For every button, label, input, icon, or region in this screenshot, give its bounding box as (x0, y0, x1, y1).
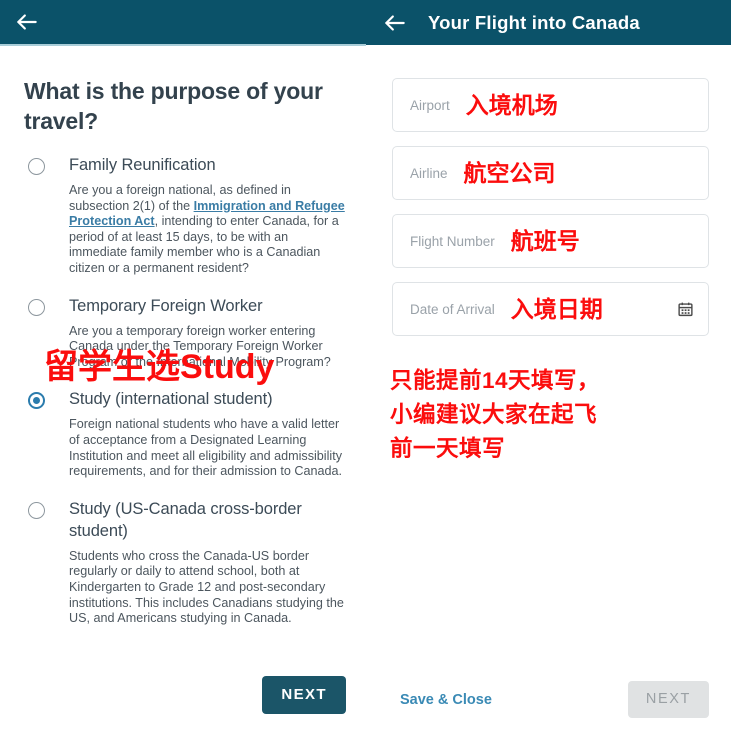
annotation-filing-window-note: 只能提前14天填写， 小编建议大家在起飞 前一天填写 (390, 364, 717, 466)
right-panel-body: Airport 入境机场 Airline 航空公司 Flight Number … (366, 45, 731, 734)
option-description: Are you a foreign national, as defined i… (69, 183, 348, 277)
page-title: Your Flight into Canada (428, 11, 640, 33)
note-line-3: 前一天填写 (390, 436, 506, 461)
radio-indicator[interactable] (28, 298, 45, 316)
radio-option-study-us-canada-cross-border[interactable]: Study (US-Canada cross-border student) S… (24, 480, 348, 627)
airport-field[interactable]: Airport 入境机场 (392, 78, 709, 132)
flight-number-field[interactable]: Flight Number 航班号 (392, 214, 709, 268)
radio-indicator-selected[interactable] (28, 392, 45, 410)
note-line-2: 小编建议大家在起飞 (390, 402, 598, 427)
next-button[interactable]: NEXT (262, 676, 346, 714)
left-panel-purpose-of-travel: What is the purpose of your travel? Fami… (0, 0, 366, 734)
back-arrow-icon[interactable] (14, 9, 40, 35)
left-footer: NEXT (0, 672, 366, 734)
back-arrow-icon[interactable] (382, 10, 408, 36)
annotation-airline: 航空公司 (463, 159, 556, 186)
annotation-date-of-arrival: 入境日期 (510, 295, 603, 322)
option-description: Foreign national students who have a val… (69, 417, 343, 479)
annotation-airport: 入境机场 (465, 91, 558, 118)
option-description: Are you a temporary foreign worker enter… (69, 323, 331, 369)
option-description: Students who cross the Canada-US border … (69, 548, 344, 626)
right-footer: Save & Close NEXT (366, 672, 731, 734)
option-label: Temporary Foreign Worker (69, 296, 263, 315)
save-and-close-link[interactable]: Save & Close (400, 692, 492, 708)
option-label: Study (US-Canada cross-border student) (69, 499, 302, 540)
radio-option-temporary-foreign-worker[interactable]: Temporary Foreign Worker Are you a tempo… (24, 277, 348, 371)
radio-indicator[interactable] (28, 501, 45, 519)
app-screenshot: What is the purpose of your travel? Fami… (0, 0, 731, 734)
left-panel-body: What is the purpose of your travel? Fami… (0, 48, 366, 734)
option-label: Family Reunification (69, 156, 216, 174)
annotation-flight-number: 航班号 (510, 227, 580, 254)
calendar-icon[interactable] (677, 301, 694, 318)
right-appbar: Your Flight into Canada (366, 0, 731, 45)
flight-number-field-label: Flight Number (410, 233, 495, 249)
radio-option-family-reunification[interactable]: Family Reunification Are you a foreign n… (24, 136, 348, 277)
airline-field[interactable]: Airline 航空公司 (392, 146, 709, 200)
radio-indicator[interactable] (28, 158, 45, 175)
radio-option-study-international-student[interactable]: Study (international student) Foreign na… (24, 370, 348, 479)
left-appbar (0, 0, 366, 46)
option-label: Study (international student) (69, 390, 273, 409)
airport-field-label: Airport (410, 97, 450, 113)
note-line-1: 只能提前14天填写， (390, 368, 601, 393)
airline-field-label: Airline (410, 165, 448, 181)
next-button-disabled: NEXT (627, 681, 709, 718)
right-panel-flight-into-canada: Your Flight into Canada Airport 入境机场 Air… (366, 0, 731, 734)
date-of-arrival-field-label: Date of Arrival (410, 301, 495, 317)
page-title: What is the purpose of your travel? (24, 78, 323, 134)
date-of-arrival-field[interactable]: Date of Arrival 入境日期 (392, 282, 709, 336)
